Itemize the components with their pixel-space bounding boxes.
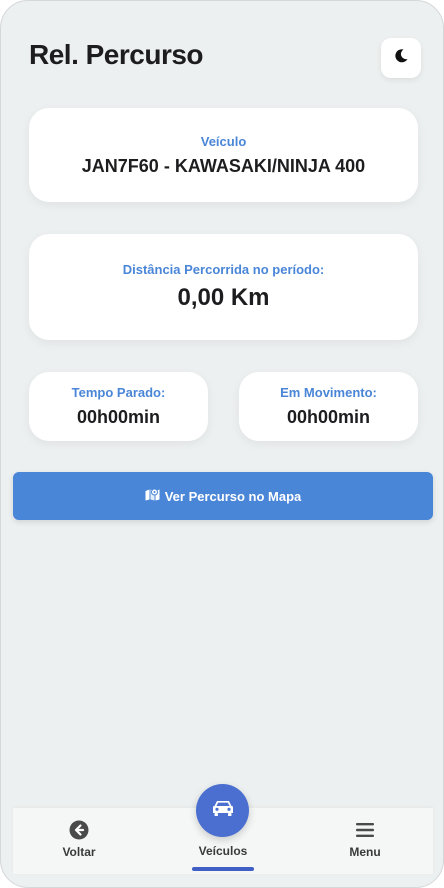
nav-menu-button[interactable]: Menu (305, 808, 425, 874)
vehicle-card: Veículo JAN7F60 - KAWASAKI/NINJA 400 (29, 108, 418, 202)
moving-time-value: 00h00min (286, 407, 371, 427)
moving-time-card: Em Movimento: 00h00min (239, 372, 418, 441)
stopped-time-card: Tempo Parado: 00h00min (29, 372, 208, 441)
moving-time-label: Em Movimento: (280, 385, 377, 400)
active-tab-indicator (192, 867, 254, 871)
stopped-time-label: Tempo Parado: (71, 385, 166, 400)
distance-value: 0,00 Km (177, 284, 270, 311)
nav-back-button[interactable]: Voltar (19, 808, 139, 874)
nav-back-label: Voltar (62, 845, 96, 859)
moon-icon (393, 48, 409, 69)
map-icon (145, 488, 165, 504)
theme-toggle-button[interactable] (381, 38, 421, 78)
menu-icon (356, 820, 374, 840)
nav-vehicles-button[interactable] (196, 784, 249, 837)
page-title: Rel. Percurso (29, 39, 204, 70)
distance-label: Distância Percorrida no período: (122, 262, 325, 277)
vehicle-value: JAN7F60 - KAWASAKI/NINJA 400 (81, 155, 366, 176)
nav-vehicles-label: Veículos (198, 844, 248, 858)
vehicle-label: Veículo (200, 133, 247, 149)
car-icon (212, 799, 234, 822)
arrow-left-circle-icon (69, 820, 89, 840)
app-screen: Rel. Percurso Veículo JAN7F60 - KAWASAKI… (0, 0, 444, 888)
nav-menu-label: Menu (349, 845, 381, 859)
view-route-map-label: Ver Percurso no Mapa (164, 488, 302, 504)
distance-card: Distância Percorrida no período: 0,00 Km (29, 234, 418, 340)
stopped-time-value: 00h00min (76, 407, 161, 427)
view-route-map-button[interactable]: Ver Percurso no Mapa (13, 472, 433, 520)
